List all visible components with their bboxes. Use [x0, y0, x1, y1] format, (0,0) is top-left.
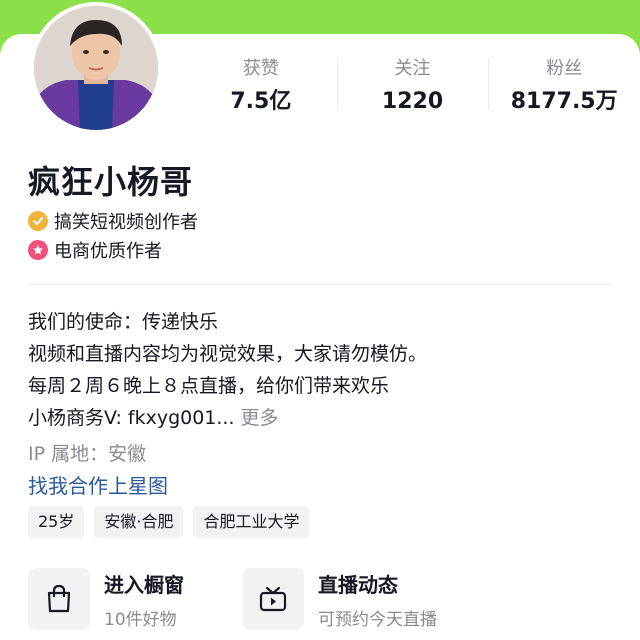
- star-map-link[interactable]: 找我合作上星图: [28, 472, 168, 500]
- stat-label: 关注: [394, 58, 431, 79]
- verified-check-icon: [28, 211, 48, 231]
- stat-likes[interactable]: 获赞 7.5亿: [185, 56, 337, 116]
- avatar[interactable]: [30, 2, 162, 134]
- shop-window-entry[interactable]: 进入橱窗 10件好物: [28, 568, 242, 634]
- entry-row: 进入橱窗 10件好物 直播动态 可预约今天直播: [28, 568, 456, 634]
- stat-label: 获赞: [242, 58, 279, 79]
- bio-text: 小杨商务V: fkxyg001...: [28, 407, 235, 429]
- stat-value: 7.5亿: [230, 89, 292, 114]
- stat-following[interactable]: 关注 1220: [336, 56, 489, 116]
- tag-label: 电商优质作者: [54, 241, 162, 262]
- merchant-tag[interactable]: 电商优质作者: [28, 237, 162, 263]
- entry-subtitle: 可预约今天直播: [318, 610, 437, 630]
- creator-tag[interactable]: 搞笑短视频创作者: [28, 208, 198, 234]
- chip-location[interactable]: 安徽·合肥: [94, 506, 184, 538]
- tag-label: 搞笑短视频创作者: [54, 212, 198, 233]
- more-link[interactable]: 更多: [241, 407, 279, 429]
- entry-subtitle: 10件好物: [104, 610, 177, 630]
- entry-title: 进入橱窗: [104, 573, 184, 597]
- bio-line-last: 小杨商务V: fkxyg001... 更多: [28, 404, 279, 432]
- live-entry[interactable]: 直播动态 可预约今天直播: [242, 568, 456, 634]
- shopping-bag-icon: [28, 568, 90, 630]
- bio-line: 我们的使命：传递快乐: [28, 311, 219, 333]
- stat-followers[interactable]: 粉丝 8177.5万: [488, 56, 640, 116]
- stats-row: 获赞 7.5亿 关注 1220 粉丝 8177.5万: [185, 56, 640, 116]
- live-tv-icon: [242, 568, 304, 630]
- stat-label: 粉丝: [546, 58, 583, 79]
- ip-location: IP 属地：安徽: [28, 443, 147, 465]
- bio-line: 每周２周６晚上８点直播，给你们带来欢乐: [28, 375, 390, 397]
- info-chips: 25岁 安徽·合肥 合肥工业大学: [28, 506, 310, 538]
- divider: [28, 284, 612, 285]
- bio-line: 视频和直播内容均为视觉效果，大家请勿模仿。: [28, 343, 428, 365]
- star-badge-icon: [28, 240, 48, 260]
- stat-value: 1220: [381, 89, 444, 114]
- chip-age[interactable]: 25岁: [28, 506, 85, 538]
- profile-name: 疯狂小杨哥: [28, 163, 194, 201]
- avatar-photo: [34, 6, 158, 130]
- chip-school[interactable]: 合肥工业大学: [193, 506, 310, 538]
- stat-value: 8177.5万: [510, 89, 618, 114]
- entry-title: 直播动态: [318, 573, 398, 597]
